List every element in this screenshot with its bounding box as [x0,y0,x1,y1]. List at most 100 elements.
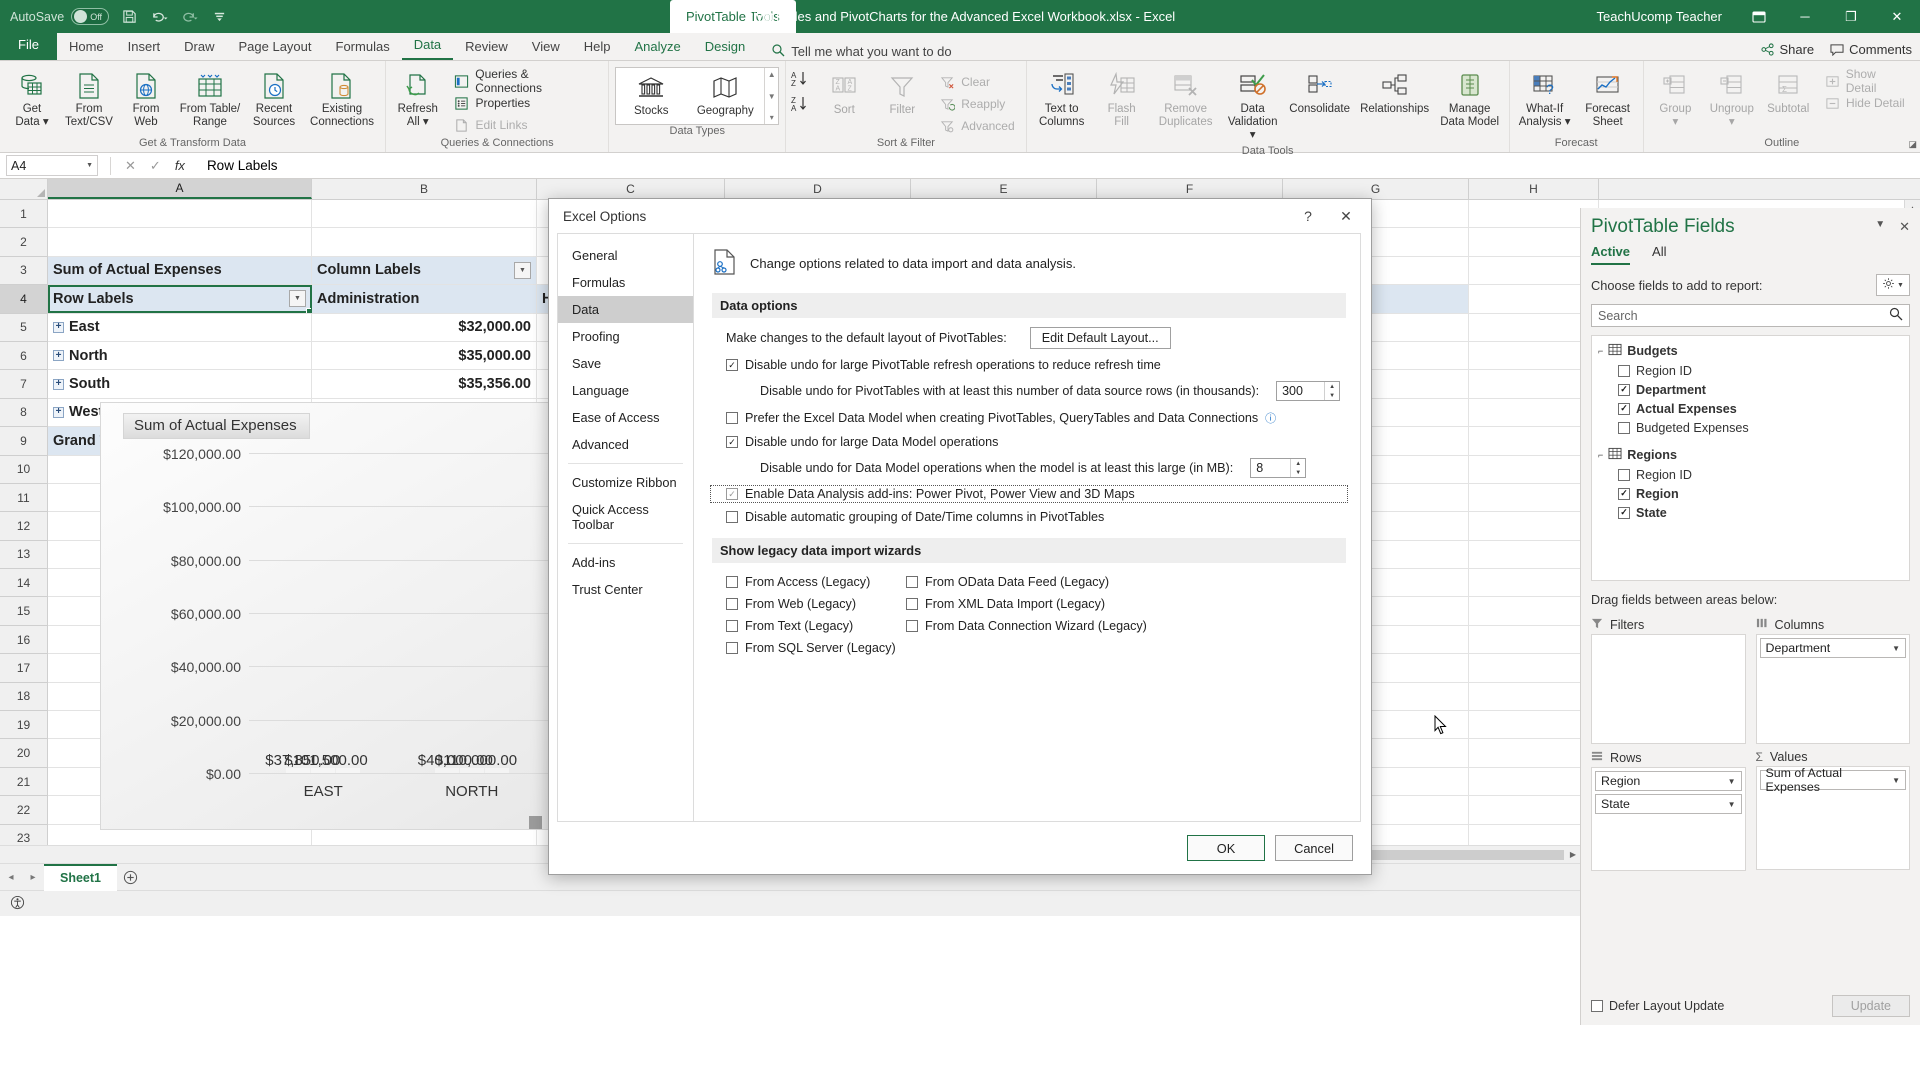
row-header-12[interactable]: 12 [0,512,47,541]
gallery-more-icon[interactable]: ▾ [770,113,774,122]
sheet-tab-sheet1[interactable]: Sheet1 [44,863,117,891]
relationships-button[interactable]: Relationships [1356,66,1434,119]
row-disable-undo-pivot[interactable]: ✓ Disable undo for large PivotTable refr… [712,358,1346,372]
name-box[interactable]: A4 ▼ [6,155,98,176]
cell-b3[interactable]: Column Labels ▼ [312,256,537,285]
what-if-analysis-button[interactable]: ? What-If Analysis ▾ [1514,66,1576,132]
column-header-h[interactable]: H [1469,179,1599,199]
pivot-rows-spinner[interactable]: 300 ▲ ▼ [1276,381,1341,401]
chevron-down-icon[interactable]: ▼ [1892,776,1900,785]
checkbox-region-id[interactable] [1618,364,1630,377]
checkbox-state[interactable]: ✓ [1618,506,1630,519]
accessibility-icon[interactable] [0,895,25,913]
row-header-21[interactable]: 21 [0,768,47,797]
tab-insert[interactable]: Insert [116,35,173,60]
row-header-8[interactable]: 8 [0,399,47,428]
cell-b7[interactable]: $35,356.00 [312,370,537,398]
field-group-budgets[interactable]: ⌐ Budgets [1596,341,1905,361]
row-header-4[interactable]: 4 [0,285,47,314]
search-input[interactable]: Search [1598,309,1889,323]
sort-descending-icon[interactable]: ZA [790,95,814,116]
nav-save[interactable]: Save [558,350,693,377]
cell-b4[interactable]: Administration [312,285,537,313]
pivot-rows-value[interactable]: 300 [1282,384,1303,398]
existing-connections-button[interactable]: Existing Connections [303,66,381,132]
tell-me-box[interactable]: Tell me what you want to do [771,43,952,60]
nav-quick-access-toolbar[interactable]: Quick Access Toolbar [558,496,693,538]
field-regions-region[interactable]: ✓ Region [1596,484,1905,503]
row-enable-data-analysis-addins[interactable]: ✓ Enable Data Analysis add-ins: Power Pi… [710,485,1348,503]
row-header-6[interactable]: 6 [0,342,47,371]
checkbox-from-odata-legacy[interactable] [906,576,918,588]
scroll-down-icon[interactable]: ▼ [768,92,776,101]
help-icon[interactable]: ? [1289,201,1327,231]
close-icon[interactable]: ✕ [1327,201,1365,231]
field-budgets-actual-expenses[interactable]: ✓ Actual Expenses [1596,399,1905,418]
row-disable-automatic-grouping[interactable]: Disable automatic grouping of Date/Time … [712,510,1346,524]
tab-formulas[interactable]: Formulas [324,35,402,60]
column-header-d[interactable]: D [725,179,911,199]
from-table-range-button[interactable]: From Table/ Range [175,66,245,132]
row-header-7[interactable]: 7 [0,370,47,399]
tab-design[interactable]: Design [693,35,757,60]
data-validation-button[interactable]: Data Validation ▾ [1222,66,1284,145]
enter-icon[interactable]: ✓ [150,158,161,174]
checkbox-actual-expenses[interactable]: ✓ [1618,402,1630,415]
tab-draw[interactable]: Draw [172,35,226,60]
field-list[interactable]: ⌐ Budgets Region ID ✓ Department ✓ Actua… [1591,335,1910,581]
from-web-button[interactable]: From Web [118,66,174,132]
queries-connections-button[interactable]: Queries & Connections [450,67,600,95]
select-all-corner[interactable] [0,179,48,199]
customize-qat-icon[interactable] [209,7,229,27]
close-button[interactable]: ✕ [1874,0,1920,33]
nav-general[interactable]: General [558,242,693,269]
pill-department[interactable]: Department ▼ [1759,638,1906,658]
cell-a3[interactable]: Sum of Actual Expenses [48,256,312,285]
insert-function-icon[interactable]: fx [175,158,185,173]
tab-file[interactable]: File [0,32,57,60]
manage-data-model-button[interactable]: Manage Data Model [1435,66,1505,132]
from-text-csv-button[interactable]: From Text/CSV [61,66,117,132]
recent-sources-button[interactable]: Recent Sources [246,66,302,132]
nav-advanced[interactable]: Advanced [558,431,693,458]
row-from-xml-legacy[interactable]: From XML Data Import (Legacy) [906,597,1346,611]
tab-help[interactable]: Help [572,35,623,60]
nav-formulas[interactable]: Formulas [558,269,693,296]
expand-west-icon[interactable]: + [53,406,64,418]
autosave-switch[interactable]: Off [71,8,110,25]
column-header-f[interactable]: F [1097,179,1283,199]
stocks-button[interactable]: Stocks [616,68,686,124]
column-header-b[interactable]: B [312,179,537,199]
chevron-down-icon[interactable]: ▼ [1892,644,1900,653]
sort-ascending-icon[interactable]: AZ [790,70,814,91]
checkbox-from-text-legacy[interactable] [726,620,738,632]
tab-view[interactable]: View [520,35,572,60]
column-labels-filter-button[interactable]: ▼ [514,261,531,279]
area-box-columns[interactable]: Department ▼ [1755,634,1910,744]
data-types-scroll[interactable]: ▲ ▼ ▾ [764,68,778,124]
tab-review[interactable]: Review [453,35,520,60]
checkbox-disable-undo-pivot[interactable]: ✓ [726,359,738,371]
cell-a5[interactable]: + East [48,313,312,341]
ok-button[interactable]: OK [1187,835,1265,861]
scroll-up-icon[interactable]: ▲ [768,70,776,79]
outline-dialog-launcher[interactable]: ◪ [1908,139,1917,150]
row-header-20[interactable]: 20 [0,739,47,768]
undo-icon[interactable] [149,7,169,27]
cell-a7[interactable]: + South [48,370,312,398]
row-header-13[interactable]: 13 [0,541,47,570]
pill-region[interactable]: Region ▼ [1595,771,1742,791]
cell-a6[interactable]: + North [48,341,312,370]
checkbox-defer-layout-update[interactable] [1591,1000,1603,1012]
nav-add-ins[interactable]: Add-ins [558,549,693,576]
checkbox-disable-automatic-grouping[interactable] [726,511,738,523]
pill-sum-of-actual-expenses[interactable]: Sum of Actual Expenses ▼ [1759,766,1906,794]
tab-data[interactable]: Data [401,33,454,60]
row-header-3[interactable]: 3 [0,257,47,286]
spinner-up-icon[interactable]: ▲ [1325,382,1339,391]
cell-b2[interactable] [312,228,537,256]
row-header-22[interactable]: 22 [0,796,47,825]
row-header-17[interactable]: 17 [0,654,47,683]
sheet-nav-first[interactable]: ◂ [0,866,22,888]
edit-default-layout-button[interactable]: Edit Default Layout... [1029,327,1171,349]
